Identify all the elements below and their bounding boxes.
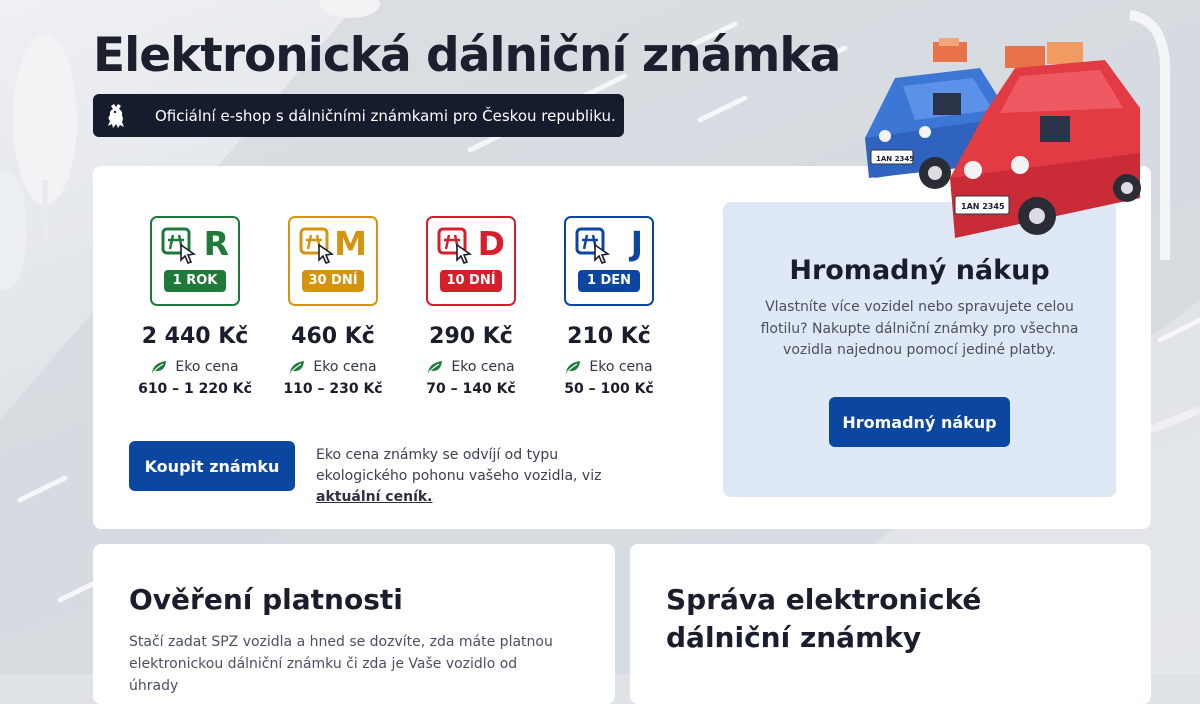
plate-text-blue: 1AN 2345 [876,155,914,163]
vignette-tile[interactable]: M 30 DNÍ [288,216,378,306]
highway-cursor-icon [299,227,337,265]
eco-note-text: Eko cena známky se odvíjí od typu ekolog… [316,447,602,484]
highway-cursor-icon [437,227,475,265]
plate-text-red: 1AN 2345 [961,202,1005,211]
cars-illustration: 1AN 2345 1AN 2345 [855,38,1155,247]
page-title: Elektronická dálniční známka [93,28,841,83]
eco-price-range: 610 – 1 220 Kč [138,381,252,397]
vignette-period: 10 DNÍ [440,270,502,292]
highway-cursor-icon [575,227,613,265]
leaf-icon [152,361,167,373]
manage-vignette-card: Správa elektronické dálniční známky [630,544,1151,704]
vignette-price: 460 Kč [291,324,375,349]
vignette-tile[interactable]: J 1 DEN [564,216,654,306]
czech-lion-emblem-icon [105,102,127,130]
vignette-letter: R [203,224,229,263]
price-list-link[interactable]: aktuální ceník. [316,489,433,505]
subtitle-banner: Oficiální e-shop s dálničními známkami p… [93,94,624,137]
verify-description: Stačí zadat SPZ vozidla a hned se dozvít… [129,634,553,694]
vignette-option[interactable]: M 30 DNÍ 460 Kč Eko cena 110 – 230 Kč [283,216,383,397]
manage-title: Správa elektronické dálniční známky [666,583,982,654]
eco-price-range: 50 – 100 Kč [564,381,654,397]
eco-label-text: Eko cena [451,359,515,375]
verify-validity-card: Ověření platnosti Stačí zadat SPZ vozidl… [93,544,615,704]
vignette-tile[interactable]: D 10 DNÍ [426,216,516,306]
leaf-icon [566,361,581,373]
vignette-list: R 1 ROK 2 440 Kč Eko cena 610 – 1 220 Kč M 30… [138,216,654,397]
eco-price-range: 110 – 230 Kč [283,381,383,397]
vignette-letter: D [477,224,505,263]
vignette-price: 210 Kč [567,324,651,349]
vignette-option[interactable]: R 1 ROK 2 440 Kč Eko cena 610 – 1 220 Kč [138,216,252,397]
eco-price-label: Eko cena [151,359,239,375]
vignette-option[interactable]: J 1 DEN 210 Kč Eko cena 50 – 100 Kč [564,216,654,397]
eco-label-text: Eko cena [589,359,653,375]
eco-price-label: Eko cena [289,359,377,375]
eco-label-text: Eko cena [313,359,377,375]
vignette-period: 1 ROK [164,270,226,292]
highway-cursor-icon [161,227,199,265]
vignette-price: 290 Kč [429,324,513,349]
eco-price-label: Eko cena [427,359,515,375]
subtitle-text: Oficiální e-shop s dálničními známkami p… [155,106,616,125]
vignette-letter: J [630,224,643,263]
bulk-purchase-button[interactable]: Hromadný nákup [829,397,1010,447]
vignette-letter: M [334,224,367,263]
vignette-period: 1 DEN [578,270,640,292]
eco-label-text: Eko cena [175,359,239,375]
verify-title: Ověření platnosti [129,583,403,616]
vignette-option[interactable]: D 10 DNÍ 290 Kč Eko cena 70 – 140 Kč [426,216,516,397]
vignette-tile[interactable]: R 1 ROK [150,216,240,306]
eco-price-label: Eko cena [565,359,653,375]
eco-price-range: 70 – 140 Kč [426,381,516,397]
vignette-period: 30 DNÍ [302,270,364,292]
eco-price-note: Eko cena známky se odvíjí od typu ekolog… [316,445,646,508]
bulk-description: Vlastníte více vozidel nebo spravujete c… [760,299,1079,358]
bulk-title: Hromadný nákup [789,255,1050,286]
buy-vignette-button[interactable]: Koupit známku [129,441,295,491]
leaf-icon [428,361,443,373]
leaf-icon [290,361,305,373]
vignette-price: 2 440 Kč [141,324,249,349]
